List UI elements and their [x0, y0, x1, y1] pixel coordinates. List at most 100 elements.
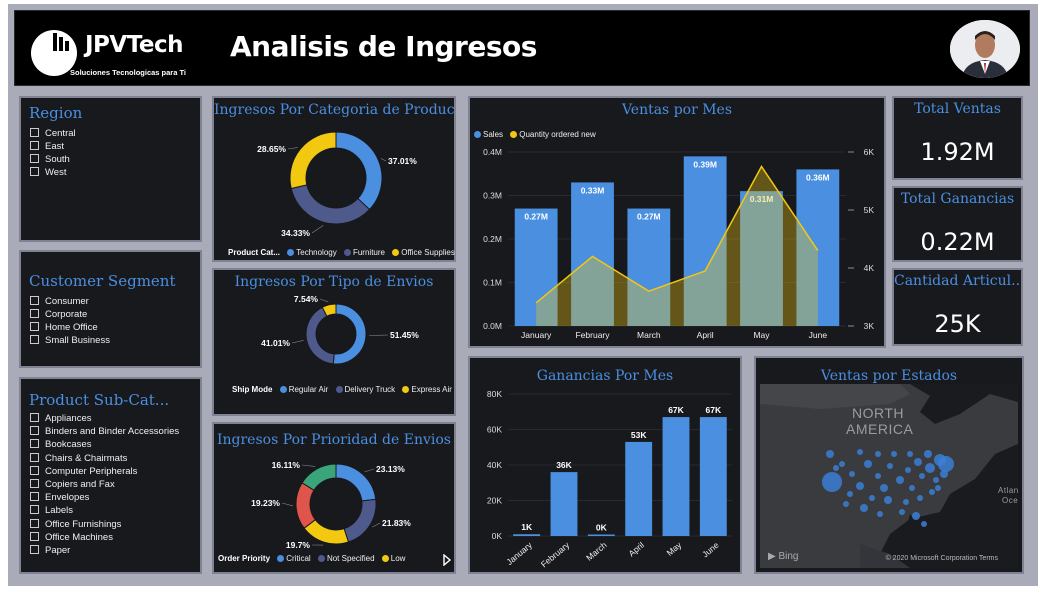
state-bubble — [933, 477, 939, 483]
checkbox-icon[interactable] — [30, 426, 39, 436]
legend-label: Regular Air — [288, 385, 329, 394]
state-bubble — [896, 476, 904, 484]
legend-label: Furniture — [352, 248, 385, 257]
legend-title: Product Cat... — [228, 248, 281, 257]
bar — [625, 441, 653, 536]
checkbox-icon[interactable] — [30, 531, 39, 541]
slicer-option[interactable]: Paper — [30, 545, 70, 556]
kpi-total-ventas: Total Ventas 1.92M — [892, 96, 1023, 180]
map-ventas-estados: Ventas por Estados NORTH AMERICA Atlan O… — [754, 356, 1024, 574]
leader-line — [311, 225, 324, 234]
legend-title: Order Priority — [218, 554, 271, 563]
bar — [587, 534, 615, 536]
data-label: 37.01% — [388, 156, 417, 166]
slicer-option[interactable]: South — [30, 154, 70, 165]
checkbox-icon[interactable] — [30, 479, 39, 488]
slicer-region-title: Region — [29, 104, 83, 122]
slicer-option[interactable]: Consumer — [30, 296, 89, 307]
slicer-option[interactable]: Small Business — [30, 335, 110, 346]
state-bubble — [905, 467, 911, 473]
chart-title: Ventas por Mes — [621, 102, 733, 118]
chart-title: Ganancias Por Mes — [536, 368, 674, 384]
donut-slice — [335, 131, 383, 211]
state-bubble — [925, 463, 935, 473]
x-tick-label: February — [539, 539, 572, 569]
state-bubble — [887, 463, 893, 469]
donut-slice — [290, 184, 371, 225]
state-bubble — [912, 512, 920, 520]
data-label: 0K — [596, 523, 608, 533]
kpi-total-ganancias: Total Ganancias 0.22M — [892, 186, 1023, 262]
slicer-option[interactable]: Computer Peripherals — [30, 465, 137, 477]
bing-logo: ▶ Bing — [768, 551, 799, 562]
data-label: 23.13% — [376, 464, 405, 474]
slicer-option[interactable]: Labels — [30, 505, 73, 516]
slicer-product-subcategory: Product Sub-Cat... Appliances Binders and… — [19, 377, 202, 574]
state-bubble — [935, 485, 941, 491]
state-bubble — [907, 451, 913, 457]
checkbox-icon[interactable] — [30, 128, 39, 137]
checkbox-icon[interactable] — [30, 413, 39, 422]
slicer-option[interactable]: Central — [30, 128, 76, 139]
data-label: 36K — [556, 460, 572, 470]
data-label: 28.65% — [257, 144, 286, 154]
leader-line — [281, 502, 294, 507]
slicer-option[interactable]: Bookcases — [30, 439, 91, 450]
y-tick-label: 60K — [487, 425, 502, 435]
checkbox-icon[interactable] — [30, 322, 39, 331]
legend-label: Delivery Truck — [344, 385, 396, 394]
y-tick-label: 0.4M — [483, 147, 502, 157]
state-bubble — [914, 458, 922, 466]
map-canvas[interactable]: NORTH AMERICA Atlan Oce ▶ Bing © 2020 Mi… — [760, 384, 1018, 568]
checkbox-icon[interactable] — [30, 465, 39, 475]
data-label: 0.27M — [524, 212, 548, 222]
checkbox-icon[interactable] — [30, 154, 39, 163]
x-tick-label: May — [753, 330, 770, 340]
slicer-option[interactable]: Office Furnishings — [30, 518, 121, 530]
slicer-option[interactable]: Copiers and Fax — [30, 479, 115, 490]
bing-icon: ▶ — [768, 551, 779, 562]
state-bubble — [860, 504, 868, 512]
checkbox-icon[interactable] — [30, 492, 39, 502]
legend-next-icon[interactable] — [442, 554, 452, 566]
data-label: 34.33% — [281, 228, 310, 238]
slicer-option[interactable]: Office Machines — [30, 531, 113, 543]
slicer-option[interactable]: Appliances — [30, 413, 91, 424]
slicer-option[interactable]: Envelopes — [30, 492, 89, 503]
checkbox-icon[interactable] — [30, 167, 39, 176]
slicer-option[interactable]: Corporate — [30, 309, 87, 320]
y2-tick-label: 6K — [864, 147, 875, 157]
slicer-segment-title: Customer Segment — [29, 272, 176, 290]
leader-line — [368, 334, 389, 336]
checkbox-icon[interactable] — [30, 309, 39, 318]
slicer-option[interactable]: Home Office — [30, 322, 98, 333]
checkbox-icon[interactable] — [30, 335, 39, 344]
slicer-option[interactable]: Binders and Binder Accessories — [30, 426, 179, 437]
state-bubble — [917, 495, 923, 501]
slicer-option[interactable]: West — [30, 167, 66, 178]
checkbox-icon[interactable] — [30, 296, 39, 305]
data-label: 0.27M — [637, 212, 661, 222]
slicer-option[interactable]: East — [30, 141, 64, 152]
state-bubble — [877, 511, 883, 517]
data-label: 7.54% — [294, 294, 319, 304]
checkbox-icon[interactable] — [30, 518, 39, 528]
state-bubble — [921, 521, 927, 527]
legend-dot-icon — [402, 386, 410, 393]
kpi-title: Total Ganancias — [900, 191, 1015, 207]
donut-slice — [301, 463, 337, 491]
checkbox-icon[interactable] — [30, 505, 39, 515]
checkbox-icon[interactable] — [30, 439, 39, 449]
y-tick-label: 40K — [487, 460, 502, 470]
bar — [550, 472, 578, 536]
y2-tick-label: 4K — [864, 263, 875, 273]
checkbox-icon[interactable] — [30, 141, 39, 150]
x-tick-label: April — [626, 540, 646, 559]
data-label: 19.23% — [251, 498, 280, 508]
checkbox-icon[interactable] — [30, 452, 39, 462]
checkbox-icon[interactable] — [30, 545, 39, 554]
slicer-option[interactable]: Chairs & Chairmats — [30, 452, 127, 464]
y-tick-label: 0.0M — [483, 321, 502, 331]
x-tick-label: May — [665, 539, 684, 557]
state-bubble — [857, 449, 863, 455]
